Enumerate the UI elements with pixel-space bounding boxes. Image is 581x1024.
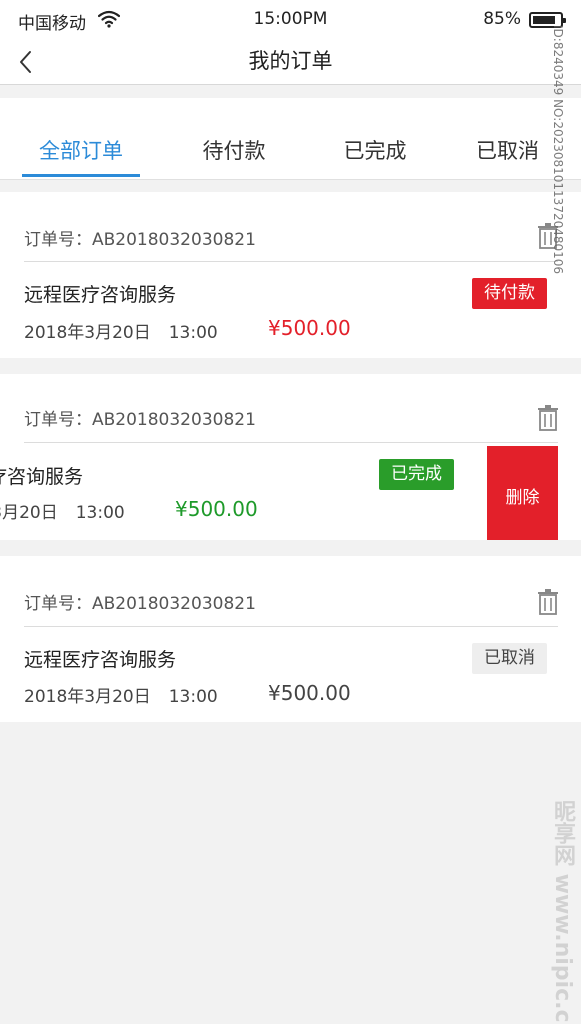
battery-percent: 85% — [483, 9, 521, 29]
order-time: 13:00 — [168, 323, 218, 343]
tab-active-indicator — [22, 174, 140, 177]
tab-pending-payment[interactable]: 待付款 — [175, 135, 293, 165]
order-datetime: 2018年3月20日 13:00 — [0, 498, 125, 523]
divider — [24, 261, 558, 262]
service-name: 远程医疗咨询服务 — [0, 466, 84, 488]
order-price: ¥500.00 — [268, 681, 351, 705]
order-tabs: 全部订单 待付款 已完成 已取消 — [0, 98, 581, 180]
trash-icon[interactable] — [537, 405, 559, 431]
order-card[interactable]: 订单号：AB2018032030821 远程医疗咨询服务 2018年3月20日 1… — [0, 556, 581, 722]
order-date: 2018年3月20日 — [24, 687, 151, 707]
tab-all-orders[interactable]: 全部订单 — [22, 135, 140, 165]
order-datetime: 2018年3月20日 13:00 — [24, 682, 218, 707]
service-name: 远程医疗咨询服务 — [24, 649, 177, 671]
status-badge: 待付款 — [472, 278, 547, 309]
order-card[interactable]: 订单号：AB2018032030821 远程医疗咨询服务 2018年3月20日 1… — [0, 374, 581, 540]
status-badge: 已完成 — [379, 459, 454, 490]
order-date: 2018年3月20日 — [0, 503, 58, 523]
trash-icon[interactable] — [537, 589, 559, 615]
order-number: 订单号：AB2018032030821 — [24, 230, 256, 250]
order-card[interactable]: 订单号：AB2018032030821 远程医疗咨询服务 2018年3月20日 1… — [0, 192, 581, 358]
order-number: 订单号：AB2018032030821 — [24, 594, 256, 614]
status-badge: 已取消 — [472, 643, 547, 674]
order-time: 13:00 — [168, 687, 218, 707]
divider — [24, 626, 558, 627]
order-date: 2018年3月20日 — [24, 323, 151, 343]
page-title: 我的订单 — [248, 49, 333, 73]
order-number: 订单号：AB2018032030821 — [24, 410, 256, 430]
order-price: ¥500.00 — [268, 316, 351, 340]
divider — [24, 442, 558, 443]
status-bar: 中国移动 15:00PM 85% — [0, 0, 581, 40]
service-name: 远程医疗咨询服务 — [24, 284, 177, 306]
order-price: ¥500.00 — [175, 497, 258, 521]
tab-completed[interactable]: 已完成 — [316, 135, 434, 165]
order-time: 13:00 — [75, 503, 125, 523]
nav-bar: 我的订单 — [0, 40, 581, 85]
order-datetime: 2018年3月20日 13:00 — [24, 318, 218, 343]
watermark-logo: 昵享网 www.nipic.cn — [550, 800, 575, 1024]
watermark-id: ID:8240349 NO:20230810113720480106 — [551, 25, 565, 275]
delete-button[interactable]: 删除 — [487, 446, 558, 540]
